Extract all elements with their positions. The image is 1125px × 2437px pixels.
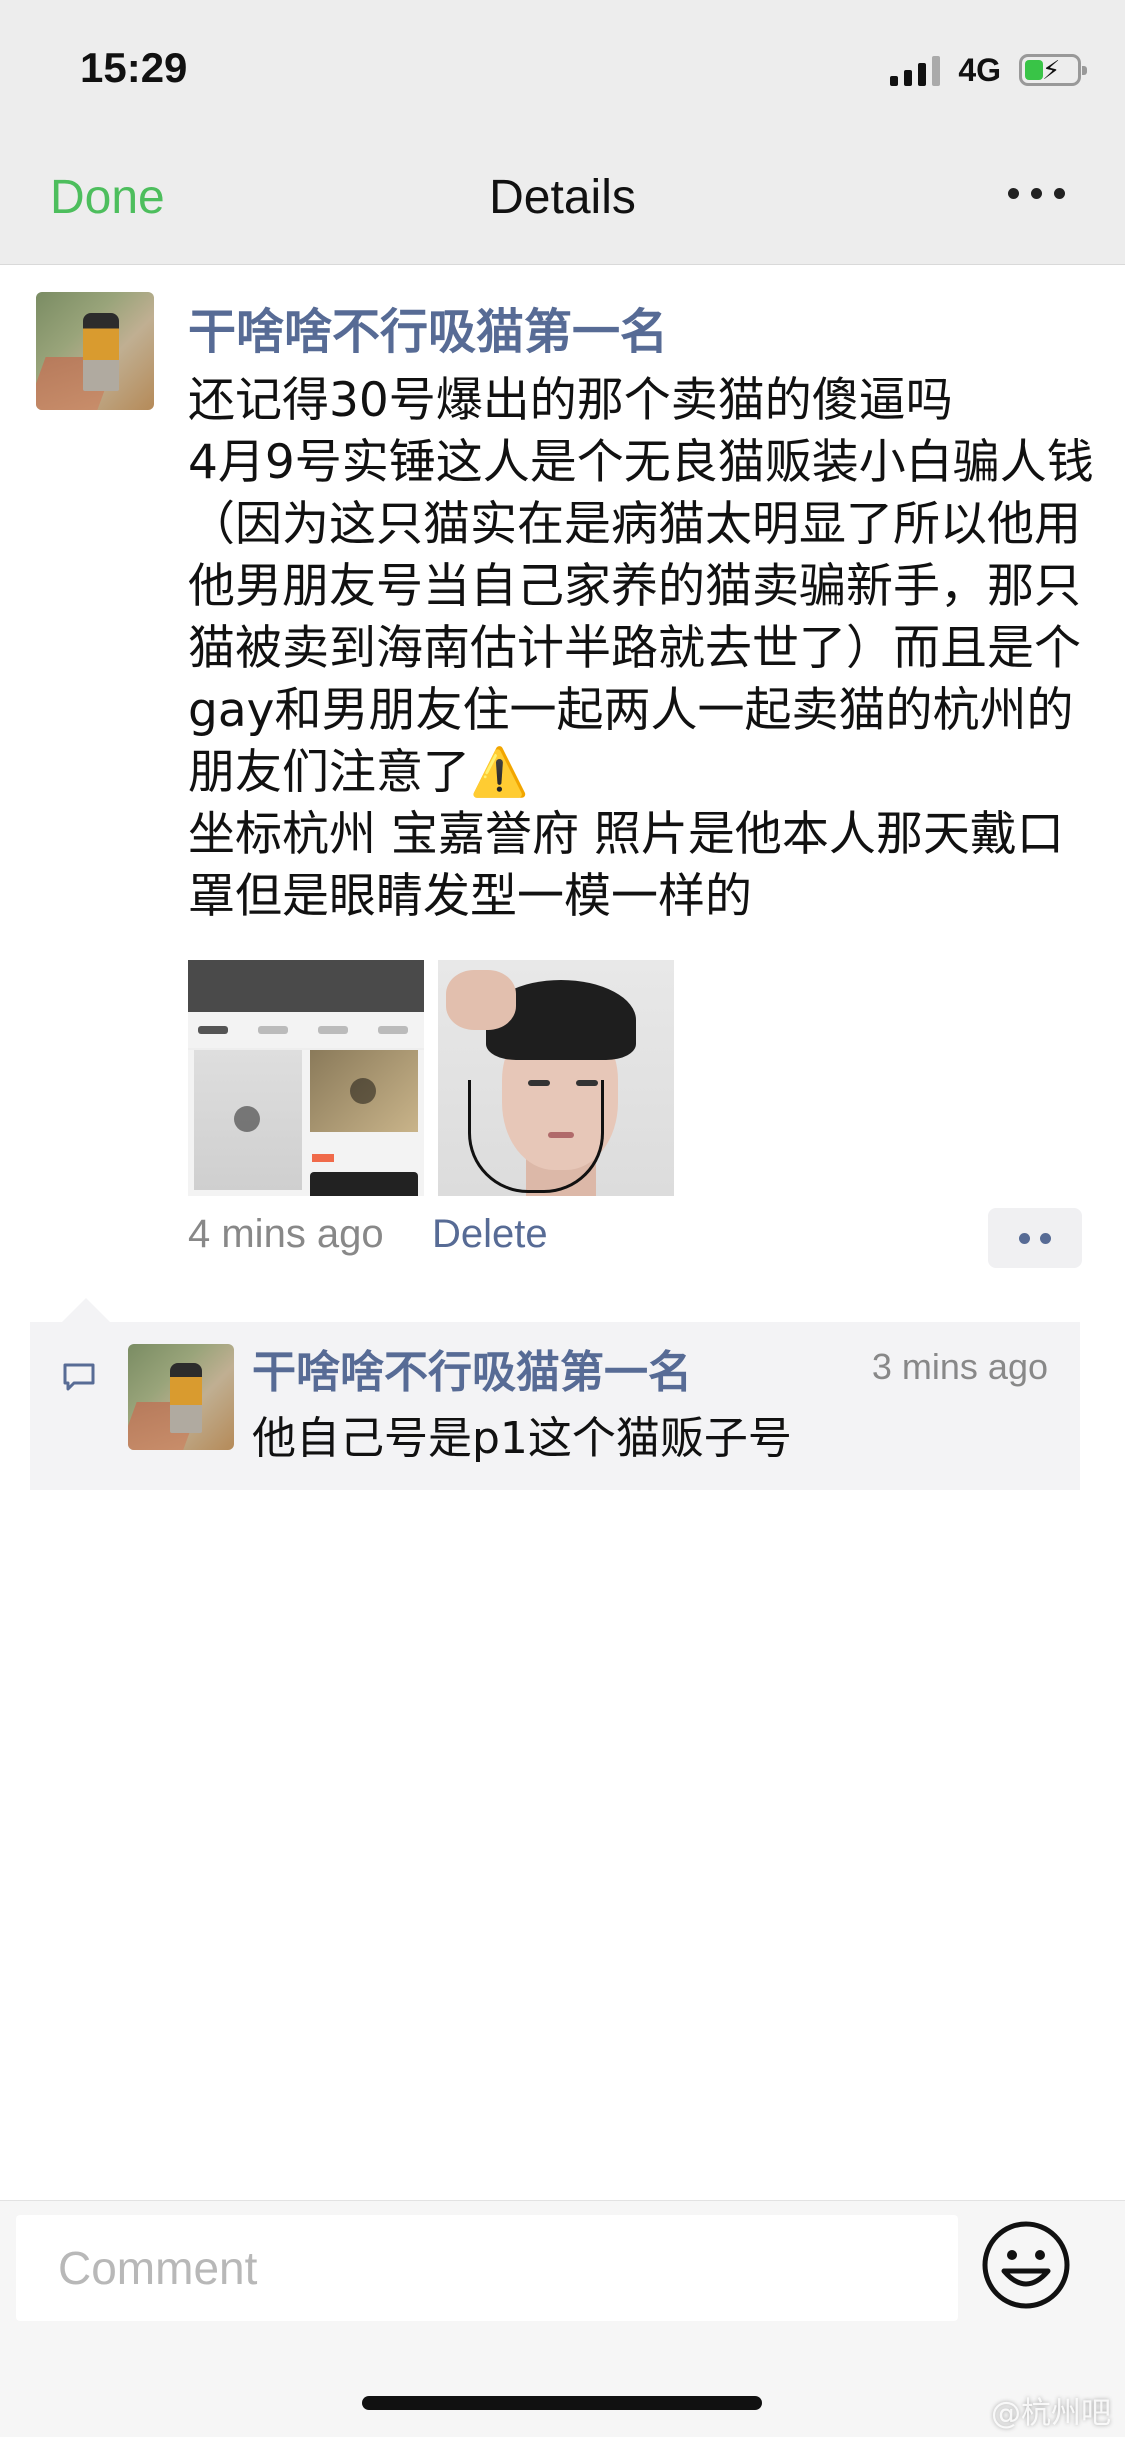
comment-author-name[interactable]: 干啥啥不行吸猫第一名 bbox=[252, 1336, 692, 1400]
avatar[interactable] bbox=[36, 292, 154, 410]
comments-panel: 干啥啥不行吸猫第一名 3 mins ago 他自己号是p1这个猫贩子号 bbox=[30, 1322, 1080, 1490]
page-title: Details bbox=[489, 171, 636, 224]
post-photo-2[interactable] bbox=[438, 960, 674, 1196]
network-type: 4G bbox=[958, 51, 1001, 88]
post-author-name[interactable]: 干啥啥不行吸猫第一名 bbox=[188, 292, 668, 362]
top-bar: 15:29 4G ⚡ Done Details bbox=[0, 0, 1125, 265]
comment-input[interactable] bbox=[16, 2215, 958, 2321]
smiley-icon[interactable] bbox=[980, 2219, 1072, 2311]
cellular-signal-icon bbox=[890, 54, 941, 86]
post-actions-button[interactable] bbox=[988, 1208, 1082, 1268]
comments-pointer bbox=[62, 1298, 110, 1322]
comment-timestamp: 3 mins ago bbox=[871, 1346, 1048, 1387]
comment-text[interactable]: 他自己号是p1这个猫贩子号 bbox=[252, 1402, 792, 1466]
delete-button[interactable]: Delete bbox=[432, 1212, 548, 1257]
post-photo-1[interactable] bbox=[188, 960, 424, 1196]
status-indicators: 4G ⚡ bbox=[890, 48, 1087, 92]
post-timestamp: 4 mins ago bbox=[188, 1212, 384, 1256]
battery-charging-icon: ⚡ bbox=[1019, 54, 1087, 86]
comment-avatar[interactable] bbox=[128, 1344, 234, 1450]
comment-bubble-icon bbox=[62, 1362, 96, 1392]
more-horizontal-icon[interactable] bbox=[1008, 188, 1065, 199]
post-text: 还记得30号爆出的那个卖猫的傻逼吗 4月9号实锤这人是个无良猫贩装小白骗人钱（因… bbox=[188, 370, 1098, 928]
status-time: 15:29 bbox=[80, 44, 188, 91]
post-body: 还记得30号爆出的那个卖猫的傻逼吗 4月9号实锤这人是个无良猫贩装小白骗人钱（因… bbox=[188, 373, 1094, 800]
watermark: @杭州吧 bbox=[991, 2396, 1111, 2431]
home-indicator[interactable] bbox=[362, 2396, 762, 2410]
warning-emoji: ⚠️ bbox=[470, 745, 529, 800]
post-body-continued: 坐标杭州 宝嘉誉府 照片是他本人那天戴口罩但是眼睛发型一模一样的 bbox=[188, 807, 1064, 924]
